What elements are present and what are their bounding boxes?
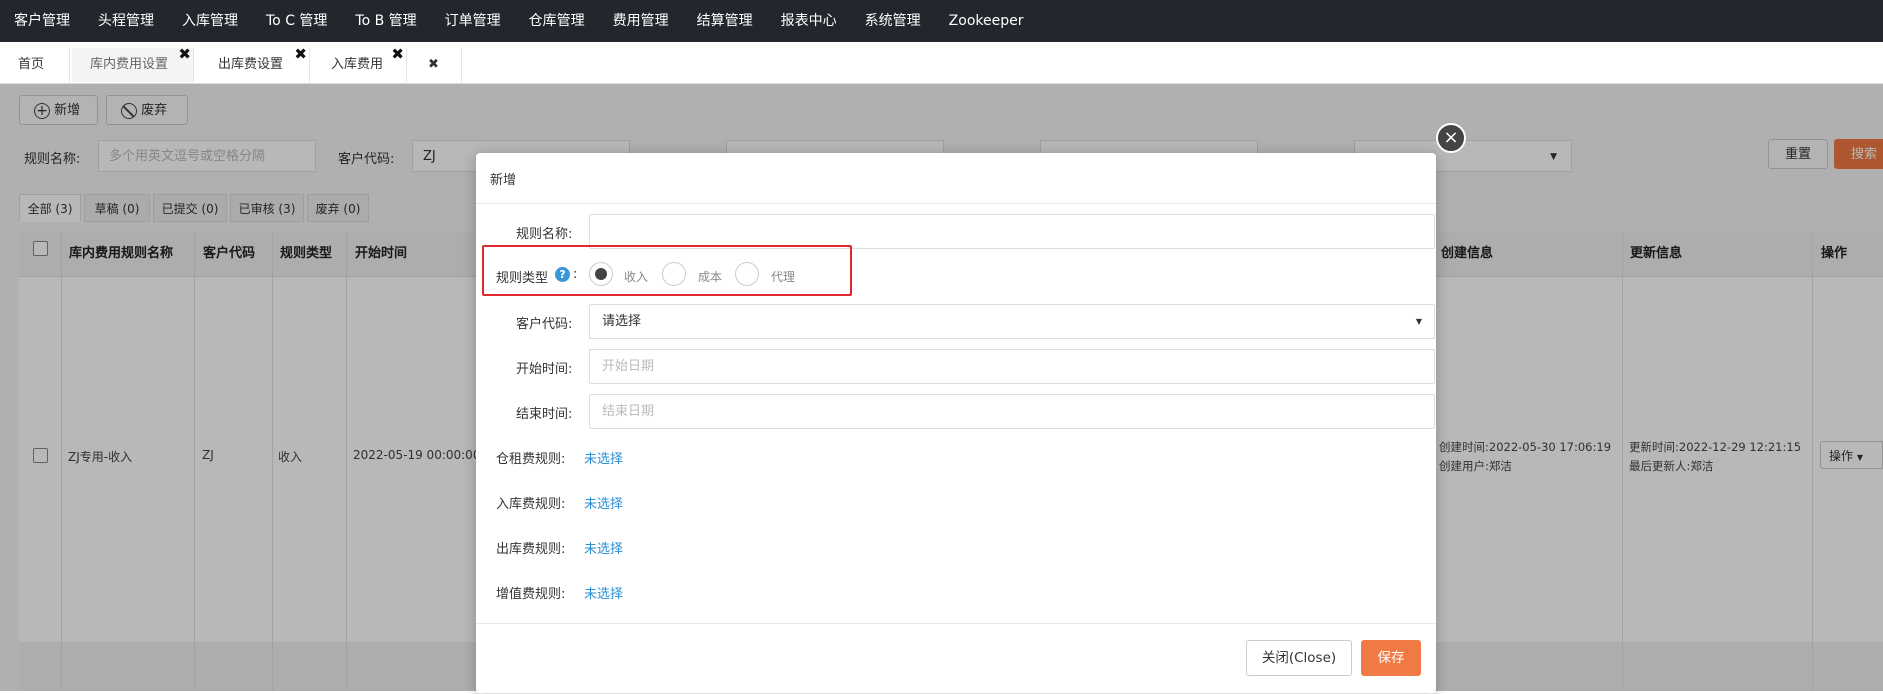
tab-inbound-fee[interactable]: 入库费用 ✖ <box>313 45 407 82</box>
customer-code-value: 请选择 <box>602 314 642 329</box>
tab-home-label: 首页 <box>18 57 45 72</box>
radio-cost-label[interactable]: 成本 <box>698 268 722 285</box>
help-icon[interactable]: ? <box>555 267 570 282</box>
customer-code-select[interactable]: 请选择 ▼ <box>589 304 1435 339</box>
nav-item-warehouse[interactable]: 仓库管理 <box>515 0 599 42</box>
save-button[interactable]: 保存 <box>1361 640 1421 676</box>
tab-label: 出库费设置 <box>218 57 284 72</box>
nav-item-customer[interactable]: 客户管理 <box>0 0 84 42</box>
value-added-fee-rule-label: 增值费规则: <box>496 587 566 602</box>
close-icon[interactable]: ✖ <box>294 37 307 71</box>
add-rule-dialog: 新增 规则名称: 规则类型 ? : 收入 成本 代理 客户代码: 请选择 ▼ 开… <box>476 153 1436 693</box>
nav-item-inbound[interactable]: 入库管理 <box>168 0 252 42</box>
nav-item-fees[interactable]: 费用管理 <box>599 0 683 42</box>
storage-fee-rule-link[interactable]: 未选择 <box>584 448 623 467</box>
tab-home[interactable]: 首页 <box>0 48 70 82</box>
start-time-label: 开始时间: <box>516 362 573 377</box>
dialog-title: 新增 <box>490 173 517 188</box>
start-date-input[interactable]: 开始日期 <box>589 349 1435 384</box>
nav-item-system[interactable]: 系统管理 <box>851 0 935 42</box>
radio-cost[interactable] <box>662 262 686 286</box>
top-navigation: 客户管理 头程管理 入库管理 To C 管理 To B 管理 订单管理 仓库管理… <box>0 0 1883 42</box>
nav-item-tob[interactable]: To B 管理 <box>341 0 430 42</box>
rule-type-colon: : <box>573 267 578 282</box>
nav-item-reports[interactable]: 报表中心 <box>767 0 851 42</box>
nav-item-firstleg[interactable]: 头程管理 <box>84 0 168 42</box>
rule-type-label: 规则类型 <box>496 271 549 286</box>
close-icon[interactable]: ✖ <box>178 37 191 71</box>
close-icon[interactable]: ✖ <box>391 37 404 71</box>
dialog-header: 新增 <box>476 153 1436 204</box>
nav-item-zookeeper[interactable]: Zookeeper <box>935 0 1038 42</box>
page-tab-bar: 首页 库内费用设置 ✖ 出库费设置 ✖ 入库费用 ✖ ✖ <box>0 42 1883 84</box>
nav-item-settlement[interactable]: 结算管理 <box>683 0 767 42</box>
storage-fee-rule-label: 仓租费规则: <box>496 452 566 467</box>
tab-label: 入库费用 <box>331 57 384 72</box>
nav-item-toc[interactable]: To C 管理 <box>252 0 341 42</box>
tab-outbound-fee-settings[interactable]: 出库费设置 ✖ <box>200 45 310 82</box>
radio-income[interactable] <box>589 262 613 286</box>
close-all-tabs-button[interactable]: ✖ <box>410 48 462 82</box>
customer-code-label: 客户代码: <box>516 317 573 332</box>
radio-agent[interactable] <box>735 262 759 286</box>
close-icon[interactable]: ✖ <box>428 57 439 72</box>
inbound-fee-rule-link[interactable]: 未选择 <box>584 493 623 512</box>
dialog-footer: 关闭(Close) 保存 <box>476 623 1436 694</box>
tab-storage-fee-settings[interactable]: 库内费用设置 ✖ <box>72 45 194 82</box>
caret-down-icon: ▼ <box>1415 317 1422 326</box>
rule-name-input[interactable] <box>589 214 1435 249</box>
modal-close-icon[interactable]: × <box>1436 123 1466 153</box>
tab-label: 库内费用设置 <box>90 57 169 72</box>
outbound-fee-rule-label: 出库费规则: <box>496 542 566 557</box>
end-date-input[interactable]: 结束日期 <box>589 394 1435 429</box>
end-time-label: 结束时间: <box>516 407 573 422</box>
close-button[interactable]: 关闭(Close) <box>1246 640 1352 676</box>
outbound-fee-rule-link[interactable]: 未选择 <box>584 538 623 557</box>
inbound-fee-rule-label: 入库费规则: <box>496 497 566 512</box>
value-added-fee-rule-link[interactable]: 未选择 <box>584 583 623 602</box>
radio-dot <box>595 268 607 280</box>
radio-agent-label[interactable]: 代理 <box>771 268 795 285</box>
nav-item-orders[interactable]: 订单管理 <box>431 0 515 42</box>
rule-name-label: 规则名称: <box>516 227 573 242</box>
radio-income-label[interactable]: 收入 <box>624 268 648 285</box>
